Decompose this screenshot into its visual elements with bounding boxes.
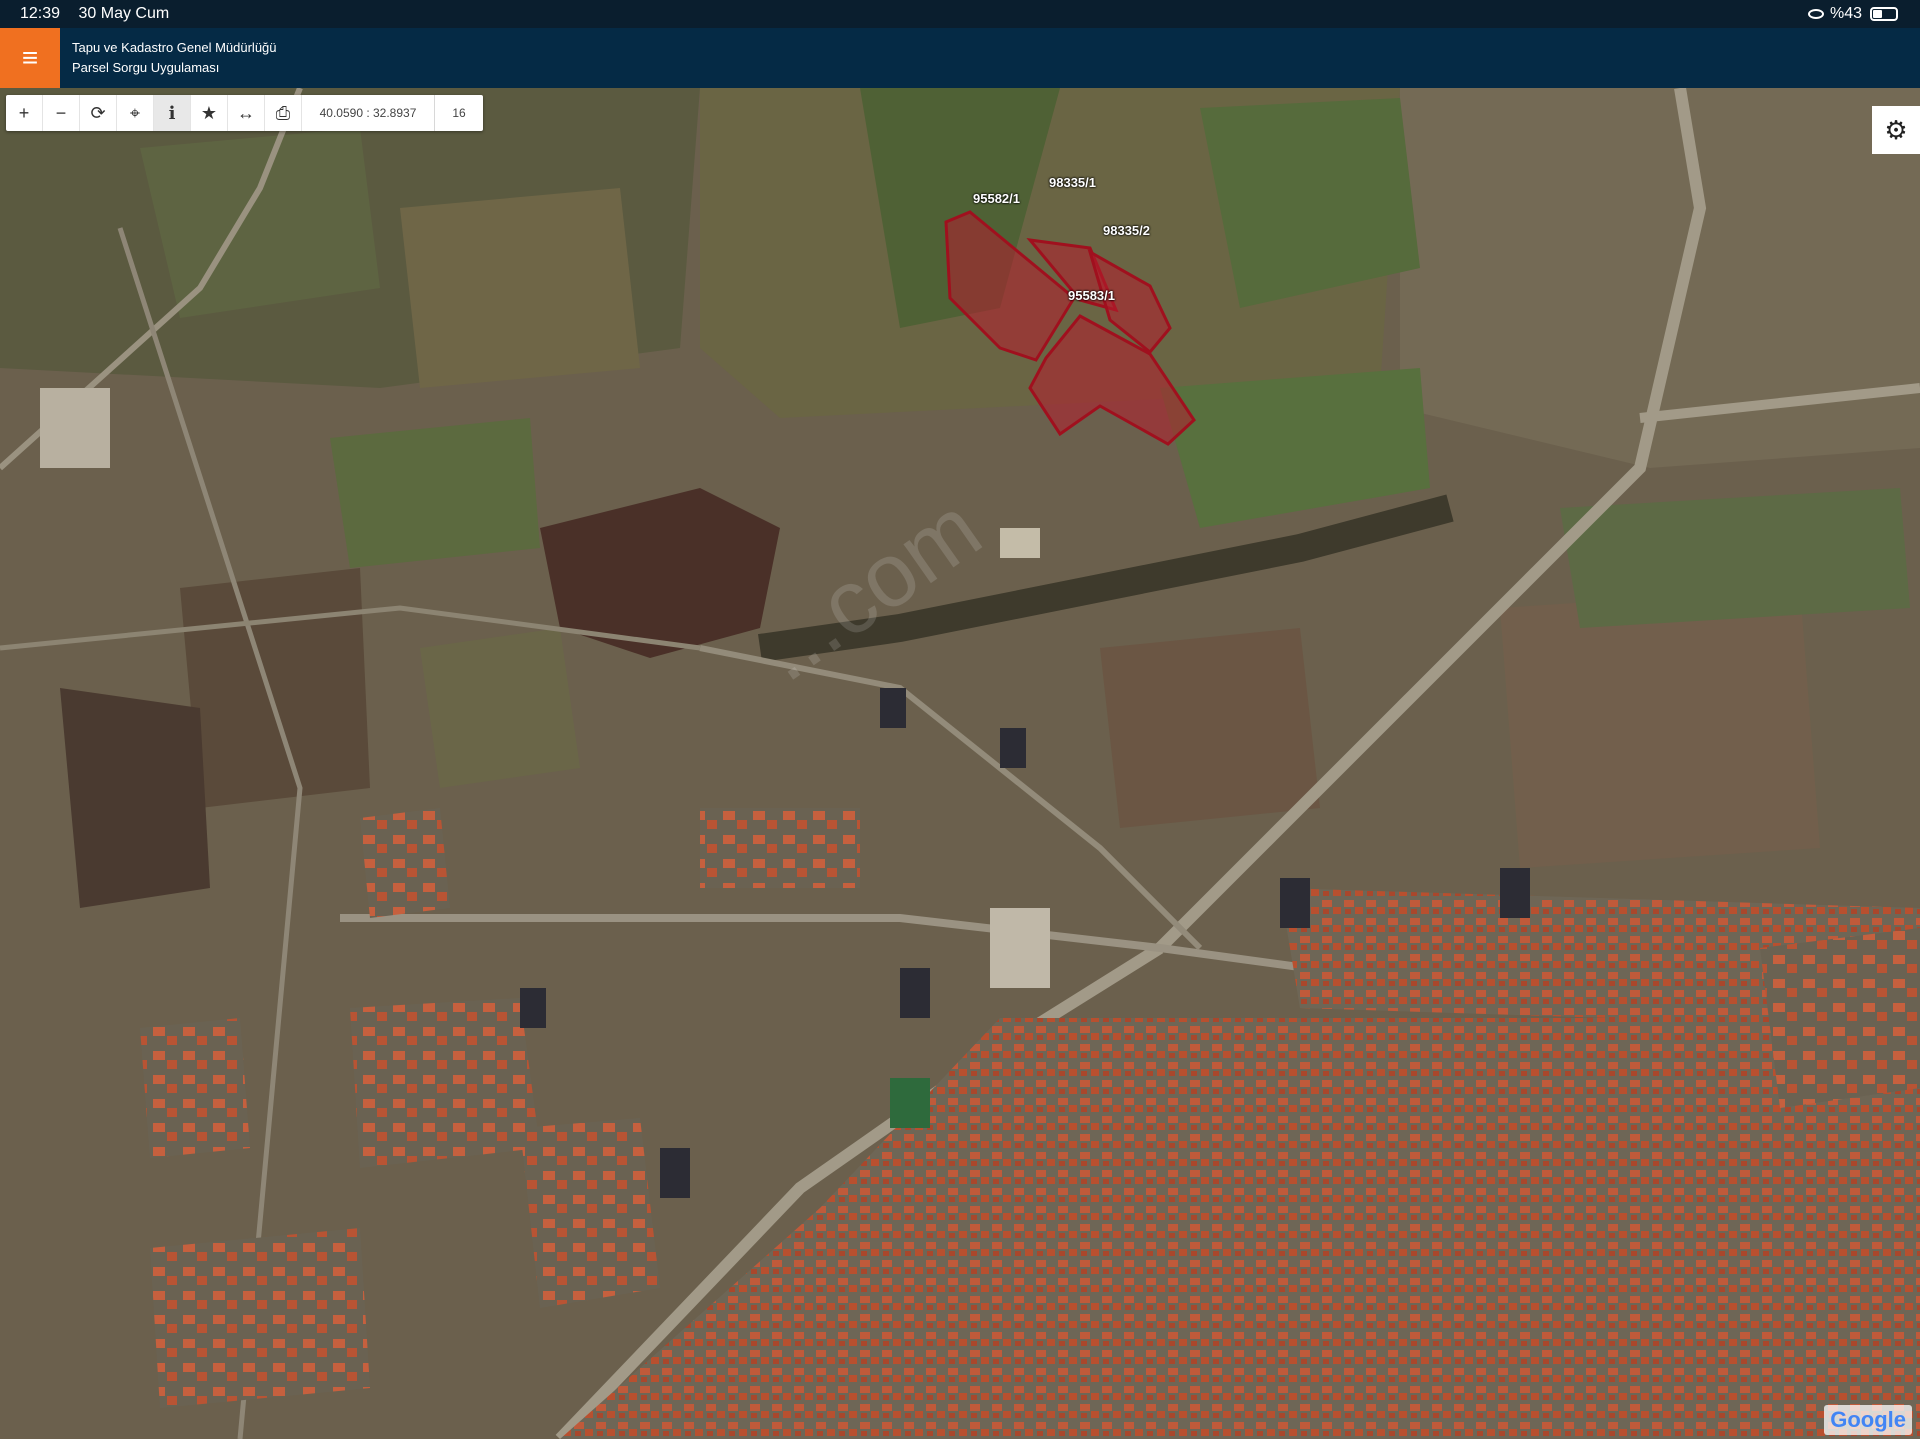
zoom-out-button[interactable]: − — [43, 95, 80, 131]
battery-percent: %43 — [1829, 5, 1862, 22]
plus-icon: + — [18, 102, 30, 123]
parcel-label[interactable]: 98335/1 — [1049, 175, 1096, 190]
gear-icon: ⚙ — [1884, 114, 1908, 145]
map-toolbar: + − ⟳ ⌖ i ★ ↔ ⎙ 40.0590 : 32.8937 16 — [6, 95, 483, 131]
menu-button[interactable]: ≡ — [0, 28, 60, 88]
parcel-label[interactable]: 98335/2 — [1103, 223, 1150, 238]
minus-icon: − — [55, 102, 67, 123]
google-logo: Google — [1824, 1405, 1912, 1435]
battery-icon — [1870, 7, 1898, 21]
print-button[interactable]: ⎙ — [265, 95, 302, 131]
refresh-icon: ⟳ — [90, 102, 106, 123]
settings-button[interactable]: ⚙ — [1872, 106, 1920, 154]
header-title: Tapu ve Kadastro Genel Müdürlüğü — [72, 40, 277, 55]
info-icon: i — [168, 102, 176, 124]
info-button[interactable]: i — [154, 95, 191, 131]
satellite-imagery — [0, 88, 1920, 1439]
parcel-label[interactable]: 95583/1 — [1068, 288, 1115, 303]
locate-button[interactable]: ⌖ — [117, 95, 154, 131]
header-titles: Tapu ve Kadastro Genel Müdürlüğü Parsel … — [72, 38, 277, 78]
status-time: 12:39 — [20, 5, 61, 22]
zoom-level: 16 — [452, 106, 466, 120]
status-bar: 12:39 30 May Cum %43 — [0, 0, 1920, 28]
header-subtitle: Parsel Sorgu Uygulaması — [72, 60, 220, 75]
coordinate-readout: 40.0590 : 32.8937 — [302, 95, 435, 131]
measure-icon: ↔ — [237, 102, 255, 123]
print-icon: ⎙ — [275, 102, 291, 123]
status-date: 30 May Cum — [78, 5, 170, 22]
app-header: ≡ Tapu ve Kadastro Genel Müdürlüğü Parse… — [0, 28, 1920, 88]
favorite-button[interactable]: ★ — [191, 95, 228, 131]
refresh-button[interactable]: ⟳ — [80, 95, 117, 131]
parcel-label[interactable]: 95582/1 — [973, 191, 1020, 206]
zoom-in-button[interactable]: + — [6, 95, 43, 131]
map-view[interactable]: 95582/1 98335/1 98335/2 95583/1 ...com G… — [0, 88, 1920, 1439]
eye-icon — [1807, 9, 1824, 19]
measure-button[interactable]: ↔ — [228, 95, 265, 131]
locate-icon: ⌖ — [129, 102, 141, 123]
star-icon: ★ — [200, 102, 218, 123]
